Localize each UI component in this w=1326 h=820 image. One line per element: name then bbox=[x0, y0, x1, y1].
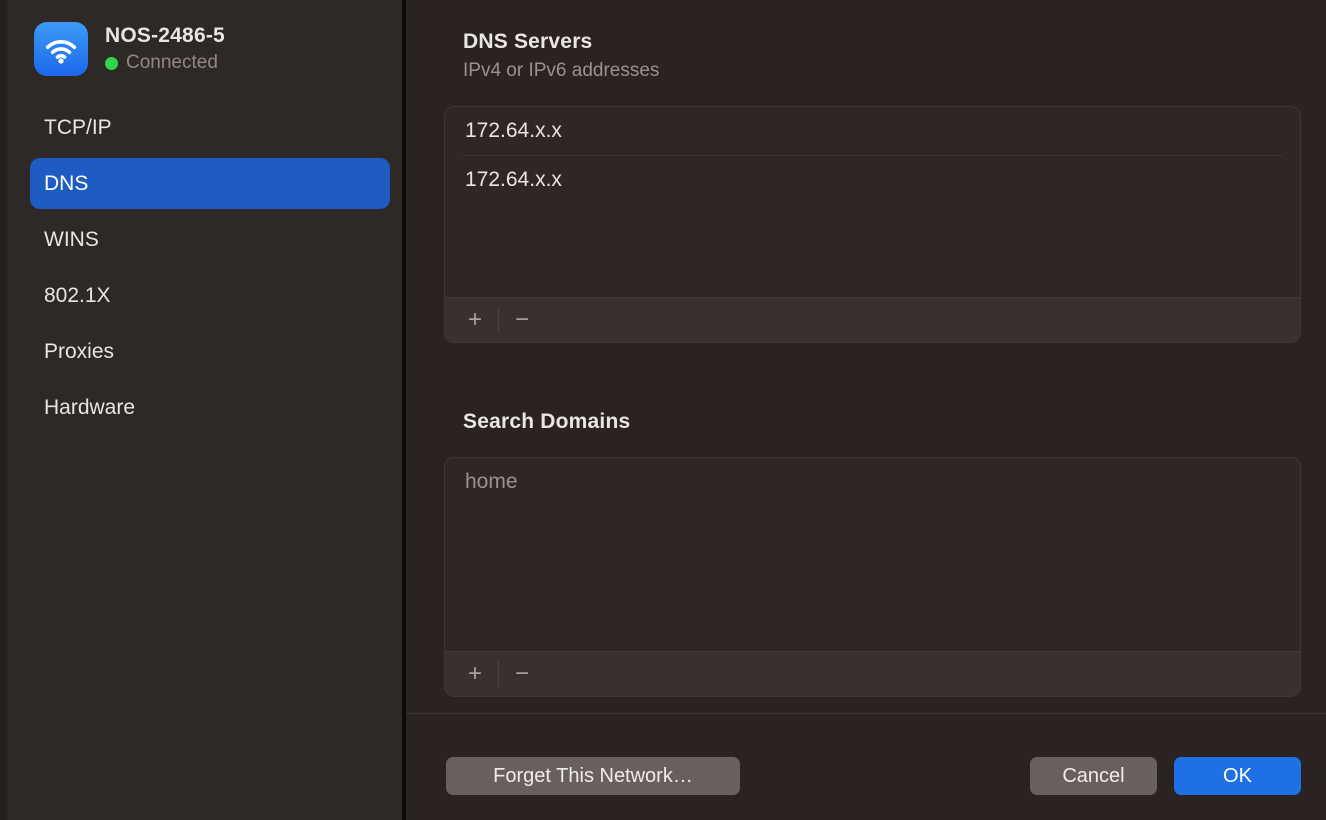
sidebar-item-8021x[interactable]: 802.1X bbox=[30, 270, 390, 321]
connected-status-dot bbox=[105, 57, 118, 70]
ok-button[interactable]: OK bbox=[1174, 757, 1301, 795]
sidebar-item-wins[interactable]: WINS bbox=[30, 214, 390, 265]
window-edge bbox=[0, 0, 7, 820]
search-domains-toolbar: + − bbox=[445, 651, 1300, 696]
dns-servers-list: 172.64.x.x 172.64.x.x + − bbox=[444, 106, 1301, 343]
remove-dns-server-button[interactable]: − bbox=[504, 305, 540, 335]
sidebar-nav: TCP/IP DNS WINS 802.1X Proxies Hardware bbox=[30, 102, 390, 438]
search-domains-list: home + − bbox=[444, 457, 1301, 697]
main-panel: DNS Servers IPv4 or IPv6 addresses 172.6… bbox=[406, 0, 1326, 820]
network-details-sheet: NOS-2486-5 Connected TCP/IP DNS WINS 802… bbox=[0, 0, 1326, 820]
sidebar: NOS-2486-5 Connected TCP/IP DNS WINS 802… bbox=[8, 0, 402, 820]
dns-servers-toolbar: + − bbox=[445, 297, 1300, 342]
search-domains-rows: home bbox=[445, 458, 1300, 506]
remove-search-domain-button[interactable]: − bbox=[504, 659, 540, 689]
add-search-domain-button[interactable]: + bbox=[457, 659, 493, 689]
sidebar-item-dns[interactable]: DNS bbox=[30, 158, 390, 209]
cancel-button[interactable]: Cancel bbox=[1030, 757, 1157, 795]
footer-divider bbox=[406, 713, 1326, 714]
wifi-icon bbox=[34, 22, 88, 76]
dns-server-row[interactable]: 172.64.x.x bbox=[445, 156, 1300, 204]
search-domain-row[interactable]: home bbox=[445, 458, 1300, 506]
dns-servers-subtitle: IPv4 or IPv6 addresses bbox=[463, 60, 659, 82]
network-meta: NOS-2486-5 Connected bbox=[105, 22, 225, 76]
forget-network-button[interactable]: Forget This Network… bbox=[446, 757, 740, 795]
sidebar-item-proxies[interactable]: Proxies bbox=[30, 326, 390, 377]
toolbar-separator bbox=[498, 661, 499, 687]
connected-status-label: Connected bbox=[126, 52, 218, 74]
add-dns-server-button[interactable]: + bbox=[457, 305, 493, 335]
network-name: NOS-2486-5 bbox=[105, 24, 225, 48]
network-status: Connected bbox=[105, 52, 225, 74]
sidebar-item-tcpip[interactable]: TCP/IP bbox=[30, 102, 390, 153]
toolbar-separator bbox=[498, 307, 499, 333]
dns-server-row[interactable]: 172.64.x.x bbox=[445, 107, 1300, 155]
sidebar-item-hardware[interactable]: Hardware bbox=[30, 382, 390, 433]
dns-servers-rows: 172.64.x.x 172.64.x.x bbox=[445, 107, 1300, 204]
dns-servers-title: DNS Servers bbox=[463, 30, 592, 54]
search-domains-title: Search Domains bbox=[463, 410, 630, 434]
network-header: NOS-2486-5 Connected bbox=[34, 22, 225, 76]
